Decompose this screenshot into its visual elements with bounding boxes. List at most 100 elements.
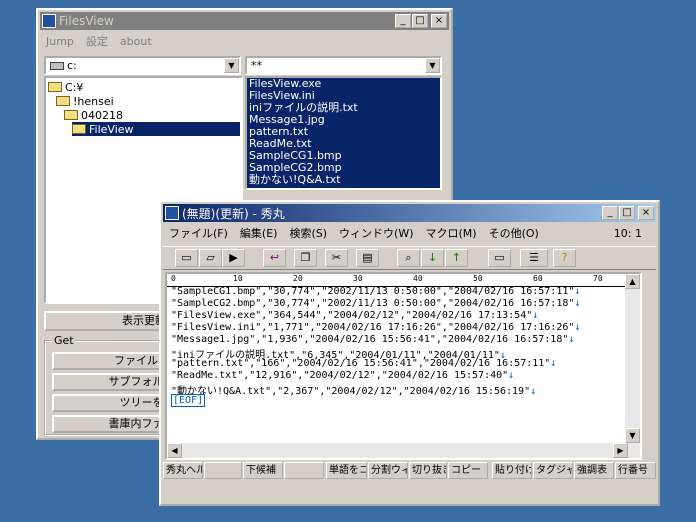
- save-icon[interactable]: ▶: [222, 249, 245, 267]
- tree-item-040218[interactable]: 040218: [64, 108, 123, 122]
- search-prev-icon[interactable]: ↑: [445, 249, 468, 267]
- menu-edit[interactable]: 編集(E): [234, 225, 284, 241]
- text-line: "動かない!Q&A.txt","2,367","2004/02/12","200…: [171, 382, 537, 397]
- text-line: "FilesView.exe","364,544","2004/02/12","…: [171, 310, 538, 322]
- text-editor[interactable]: 0 10 20 30 40 50 60 70 "SampleCG1.bmp","…: [165, 272, 642, 460]
- return-mark: ↓: [532, 310, 539, 321]
- app-icon: [165, 206, 179, 220]
- folder-icon: [48, 82, 62, 92]
- tree-label: FileView: [89, 122, 134, 136]
- close-button[interactable]: ×: [431, 14, 447, 28]
- chevron-down-icon[interactable]: ▼: [425, 58, 440, 73]
- get-group-label: Get: [52, 334, 76, 347]
- help-icon[interactable]: ?: [553, 249, 576, 267]
- maximize-button[interactable]: □: [412, 14, 428, 28]
- tree-item-hensei[interactable]: !hensei: [56, 94, 114, 108]
- fkey-9[interactable]: 貼り付け: [492, 462, 532, 479]
- fkey-8[interactable]: コピー: [448, 462, 488, 479]
- toolbar: ▭ ▱ ▶ ↩ ❐ ✂ ▤ ⌕ ↓ ↑ ▭ ☰ ?: [163, 246, 656, 270]
- new-file-icon[interactable]: ▭: [175, 249, 198, 267]
- filesview-titlebar[interactable]: FilesView _ □ ×: [40, 12, 449, 30]
- fkey-3[interactable]: 下候補: [243, 462, 283, 479]
- cursor-position: 10: 1: [613, 226, 642, 240]
- undo-icon[interactable]: ↩: [263, 249, 286, 267]
- menu-jump[interactable]: Jump: [40, 35, 80, 48]
- copy-icon[interactable]: ❐: [294, 249, 317, 267]
- menu-search[interactable]: 検索(S): [283, 225, 333, 241]
- fkey-6[interactable]: 分割ウィ: [368, 462, 408, 479]
- line-text: "Message1.jpg","1,936","2004/02/16 15:56…: [171, 334, 569, 345]
- text-line: "pattern.txt","166","2004/02/16 15:56:41…: [171, 358, 556, 370]
- scroll-up-icon[interactable]: ▲: [625, 274, 640, 289]
- horizontal-scrollbar[interactable]: ◀ ▶: [167, 443, 628, 458]
- ruler-mark: 40: [413, 274, 423, 283]
- search-next-icon[interactable]: ↓: [421, 249, 444, 267]
- ruler-mark: 50: [473, 274, 483, 283]
- menu-file[interactable]: ファイル(F): [163, 225, 234, 241]
- drive-select[interactable]: c: ▼: [44, 56, 241, 75]
- return-mark: ↓: [574, 322, 581, 333]
- split-icon[interactable]: ☰: [520, 249, 548, 267]
- drive-value: c:: [67, 59, 77, 72]
- tree-item-fileview[interactable]: FileView: [72, 122, 240, 136]
- ruler-mark: 60: [533, 274, 543, 283]
- cut-icon[interactable]: ✂: [325, 249, 348, 267]
- fkey-4[interactable]: [284, 462, 324, 479]
- return-mark: ↓: [574, 298, 581, 309]
- folder-icon: [64, 110, 78, 120]
- file-list[interactable]: FilesView.exe FilesView.ini iniファイルの説明.t…: [245, 76, 442, 190]
- fkey-10[interactable]: タグジャン: [533, 462, 573, 479]
- text-line: "iniファイルの説明.txt","6,345","2004/01/11","2…: [171, 346, 506, 361]
- line-text: "ReadMe.txt","12,916","2004/02/12","2004…: [171, 370, 509, 381]
- app-icon: [42, 14, 56, 28]
- list-item[interactable]: 動かない!Q&A.txt: [247, 174, 440, 186]
- text-line: "ReadMe.txt","12,916","2004/02/12","2004…: [171, 370, 514, 382]
- tree-item-root[interactable]: C:¥: [48, 80, 83, 94]
- return-mark: ↓: [550, 358, 557, 369]
- menu-settings[interactable]: 設定: [80, 33, 114, 49]
- menu-macro[interactable]: マクロ(M): [420, 225, 483, 241]
- fkey-1[interactable]: 秀丸ヘル: [163, 462, 203, 479]
- fkey-2[interactable]: [204, 462, 242, 479]
- minimize-button[interactable]: _: [602, 206, 618, 220]
- search-icon[interactable]: ⌕: [397, 249, 420, 267]
- tree-label: !hensei: [73, 94, 114, 108]
- filter-value: **: [251, 59, 262, 72]
- maximize-button[interactable]: □: [619, 206, 635, 220]
- line-text: "SampleCG1.bmp","30,774","2002/11/13 0:5…: [171, 286, 575, 297]
- menu-about[interactable]: about: [114, 35, 158, 48]
- line-text: "pattern.txt","166","2004/02/16 15:56:41…: [171, 358, 551, 369]
- grep-icon[interactable]: ▭: [488, 249, 511, 267]
- scroll-down-icon[interactable]: ▼: [625, 428, 640, 443]
- fkey-12[interactable]: 行番号: [615, 462, 656, 479]
- text-line: "Message1.jpg","1,936","2004/02/16 15:56…: [171, 334, 574, 346]
- vertical-scrollbar[interactable]: ▲ ▼: [625, 274, 640, 458]
- line-text: "SampleCG2.bmp","30,774","2002/11/13 0:5…: [171, 298, 575, 309]
- chevron-down-icon[interactable]: ▼: [224, 58, 239, 73]
- ruler-mark: 0: [171, 274, 176, 283]
- close-button[interactable]: ×: [638, 206, 654, 220]
- paste-icon[interactable]: ▤: [356, 249, 379, 267]
- filter-select[interactable]: ** ▼: [245, 56, 442, 75]
- return-mark: ↓: [508, 370, 515, 381]
- eof-marker: [EOF]: [171, 394, 206, 407]
- hidemaru-title: (無題)(更新) - 秀丸: [182, 206, 285, 221]
- open-folder-icon[interactable]: ▱: [199, 249, 222, 267]
- fkey-11[interactable]: 強調表: [574, 462, 614, 479]
- line-text: "動かない!Q&A.txt","2,367","2004/02/12","200…: [171, 386, 531, 397]
- fkey-5[interactable]: 単語をコ: [326, 462, 367, 479]
- scroll-right-icon[interactable]: ▶: [613, 443, 628, 458]
- return-mark: ↓: [574, 286, 581, 297]
- minimize-button[interactable]: _: [395, 14, 411, 28]
- line-text: "FilesView.ini","1,771","2004/02/16 17:1…: [171, 322, 575, 333]
- folder-icon: [56, 96, 70, 106]
- text-line: "SampleCG2.bmp","30,774","2002/11/13 0:5…: [171, 298, 580, 310]
- return-mark: ↓: [530, 386, 537, 397]
- hidemaru-titlebar[interactable]: (無題)(更新) - 秀丸 _ □ ×: [163, 204, 656, 222]
- fkey-7[interactable]: 切り抜き: [409, 462, 447, 479]
- filesview-menubar: Jump 設定 about: [40, 32, 449, 50]
- menu-window[interactable]: ウィンドウ(W): [333, 225, 419, 241]
- function-key-bar: 秀丸ヘル 下候補 単語をコ 分割ウィ 切り抜き コピー 貼り付け タグジャン 強…: [163, 462, 656, 480]
- scroll-left-icon[interactable]: ◀: [167, 443, 182, 458]
- menu-other[interactable]: その他(O): [483, 225, 545, 241]
